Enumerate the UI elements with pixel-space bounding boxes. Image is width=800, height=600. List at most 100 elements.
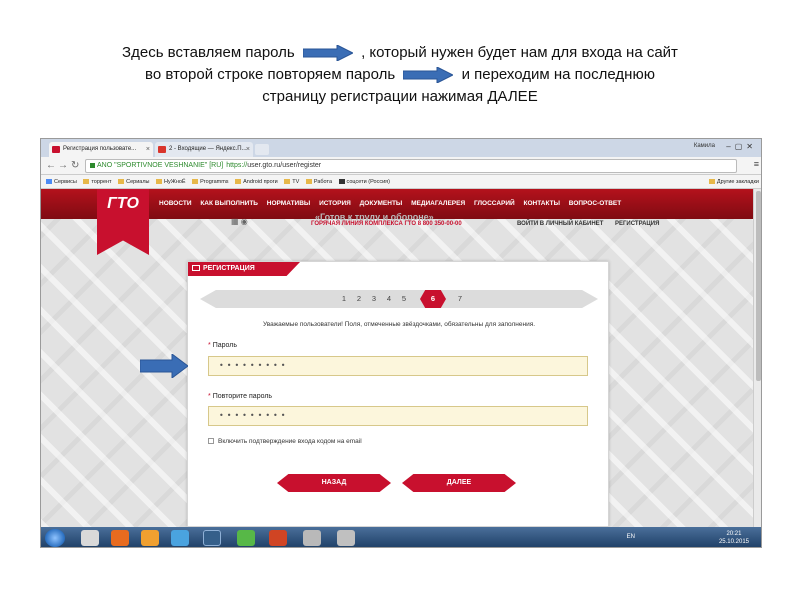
- profile-name[interactable]: Камила: [694, 143, 715, 149]
- email-2fa-checkbox[interactable]: Включить подтверждение входа кодом на em…: [208, 438, 362, 445]
- tab-strip: Регистрация пользовате... × 2 - Входящие…: [41, 139, 761, 157]
- tab-label: 2 - Входящие — Яндекс.П...: [169, 146, 247, 152]
- folder-icon: [708, 179, 715, 185]
- windows-taskbar: EN 20:21 25.10.2015: [41, 527, 761, 547]
- bookmarks-bar: Сервисы торрент Сериалы НуЖноЁ Programms…: [41, 175, 761, 189]
- password-label: * Пароль: [208, 342, 238, 349]
- ev-certificate-label: ANO "SPORTIVNOE VESHNANIE" [RU]: [97, 162, 224, 169]
- step-7[interactable]: 7: [451, 290, 469, 308]
- back-arrow-icon[interactable]: ←: [46, 159, 56, 173]
- reload-icon[interactable]: ↻: [71, 159, 79, 173]
- folder-icon: [235, 179, 242, 185]
- menu-item[interactable]: МЕДИАГАЛЕРЕЯ: [411, 200, 465, 207]
- powerpoint-icon[interactable]: [269, 530, 287, 546]
- browser-icon[interactable]: [141, 530, 159, 546]
- step-5[interactable]: 5: [395, 290, 413, 308]
- accessibility-icons[interactable]: ▦ ◉: [231, 217, 248, 226]
- bookmark-other[interactable]: Другие закладки: [708, 175, 759, 189]
- tab-label: Регистрация пользовате...: [63, 146, 137, 152]
- menu-item[interactable]: ВОПРОС-ОТВЕТ: [569, 200, 621, 207]
- language-indicator[interactable]: EN: [627, 534, 635, 540]
- bookmark-folder[interactable]: Programms: [192, 175, 229, 189]
- tab-mail[interactable]: 2 - Входящие — Яндекс.П... ×: [155, 142, 253, 157]
- menu-item[interactable]: КАК ВЫПОЛНИТЬ: [200, 200, 258, 207]
- password-input[interactable]: •••••••••: [208, 356, 588, 376]
- arrow-right-icon: [403, 67, 454, 84]
- close-icon[interactable]: ×: [246, 142, 250, 157]
- arrow-right-icon: [140, 354, 188, 378]
- tool-app-icon[interactable]: [303, 530, 321, 546]
- caption-line1-a: Здесь вставляем пароль: [122, 44, 295, 61]
- url-input[interactable]: ANO "SPORTIVNOE VESHNANIE" [RU] https://u…: [85, 159, 737, 173]
- menu-item[interactable]: КОНТАКТЫ: [524, 200, 560, 207]
- caption-line2-a: во второй строке повторяем пароль: [145, 66, 396, 83]
- back-button[interactable]: НАЗАД: [277, 474, 391, 492]
- checkbox-box[interactable]: [208, 438, 214, 445]
- mail-favicon-icon: [158, 146, 166, 153]
- repeat-password-label: * Повторите пароль: [208, 393, 273, 400]
- forward-arrow-icon[interactable]: →: [58, 159, 68, 173]
- step-6-current[interactable]: 6: [420, 290, 446, 308]
- bookmark-folder[interactable]: НуЖноЁ: [156, 175, 186, 189]
- menu-item[interactable]: ИСТОРИЯ: [319, 200, 351, 207]
- bookmark-folder[interactable]: соцсети (Россия): [338, 175, 390, 189]
- next-button[interactable]: ДАЛЕЕ: [402, 474, 516, 492]
- caption-line-1: Здесь вставляем пароль , который нужен б…: [60, 42, 740, 64]
- logo-text: ГТО: [107, 195, 139, 212]
- required-fields-notice: Уважаемые пользователи! Поля, отмеченные…: [262, 321, 536, 328]
- media-app-icon[interactable]: [337, 530, 355, 546]
- checkbox-label: Включить подтверждение входа кодом на em…: [218, 438, 362, 445]
- slide-caption: Здесь вставляем пароль , который нужен б…: [60, 42, 740, 108]
- clock[interactable]: 20:21 25.10.2015: [719, 530, 749, 546]
- register-link[interactable]: РЕГИСТРАЦИЯ: [615, 221, 659, 227]
- caption-line-3: страницу регистрации нажимая ДАЛЕЕ: [262, 88, 538, 105]
- required-mark: *: [208, 393, 211, 400]
- clock-date: 25.10.2015: [718, 539, 749, 545]
- apps-icon: [46, 179, 52, 185]
- hotline-link[interactable]: ГОРЯЧАЯ ЛИНИЯ КОМПЛЕКСА ГТО 8 800 350-00…: [311, 221, 462, 227]
- lock-icon: [90, 162, 95, 168]
- monitor-app-icon[interactable]: [203, 530, 221, 546]
- tab-registration[interactable]: Регистрация пользовате... ×: [49, 142, 153, 157]
- caption-line1-b: , который нужен будет нам для входа на с…: [361, 44, 678, 61]
- form-title: РЕГИСТРАЦИЯ: [203, 265, 255, 272]
- menu-item[interactable]: ДОКУМЕНТЫ: [360, 200, 403, 207]
- browser-menu-icon[interactable]: ≡: [754, 159, 759, 169]
- bookmark-folder[interactable]: Android проги: [235, 175, 278, 189]
- close-icon[interactable]: ×: [146, 142, 150, 157]
- bookmark-folder[interactable]: Работа: [305, 175, 332, 189]
- caption-line2-b: и переходим на последнюю: [461, 66, 655, 83]
- register-icon: [192, 265, 200, 272]
- folder-icon: [118, 179, 125, 185]
- file-explorer-icon[interactable]: [81, 530, 99, 546]
- menu-item[interactable]: НОВОСТИ: [159, 200, 192, 207]
- url-scheme: https://: [226, 162, 248, 169]
- firefox-icon[interactable]: [111, 530, 129, 546]
- window-controls[interactable]: –▢✕: [726, 142, 757, 151]
- bookmark-apps[interactable]: Сервисы: [46, 175, 77, 189]
- menu-item[interactable]: НОРМАТИВЫ: [267, 200, 311, 207]
- scrollbar[interactable]: [753, 189, 761, 527]
- form-header: РЕГИСТРАЦИЯ: [188, 262, 300, 276]
- folder-icon: [305, 179, 312, 185]
- menu-item[interactable]: ГЛОССАРИЙ: [474, 200, 515, 207]
- bookmark-folder[interactable]: торрент: [83, 175, 112, 189]
- login-link[interactable]: ВОЙТИ В ЛИЧНЫЙ КАБИНЕТ: [517, 221, 603, 227]
- new-tab-button[interactable]: [255, 144, 269, 155]
- arrow-right-icon: [302, 45, 353, 62]
- chrome-icon[interactable]: [237, 530, 255, 546]
- bookmark-folder[interactable]: TV: [284, 175, 299, 189]
- gto-favicon-icon: [52, 146, 60, 153]
- scroll-thumb[interactable]: [756, 191, 761, 381]
- address-bar: ← → ↻ ANO "SPORTIVNOE VESHNANIE" [RU] htt…: [41, 157, 761, 175]
- registration-form: РЕГИСТРАЦИЯ 1 2 3 4 5 6 7 Уважаемые поль…: [187, 261, 609, 527]
- folder-icon: [284, 179, 291, 185]
- step-indicator: 1 2 3 4 5 6 7: [200, 290, 598, 308]
- url-text: user.gto.ru/user/register: [247, 162, 322, 169]
- site-icon: [338, 179, 345, 185]
- repeat-password-input[interactable]: •••••••••: [208, 406, 588, 426]
- bookmark-folder[interactable]: Сериалы: [118, 175, 150, 189]
- caption-line-2: во второй строке повторяем пароль и пере…: [60, 64, 740, 86]
- settings-app-icon[interactable]: [171, 530, 189, 546]
- start-button[interactable]: [45, 529, 65, 547]
